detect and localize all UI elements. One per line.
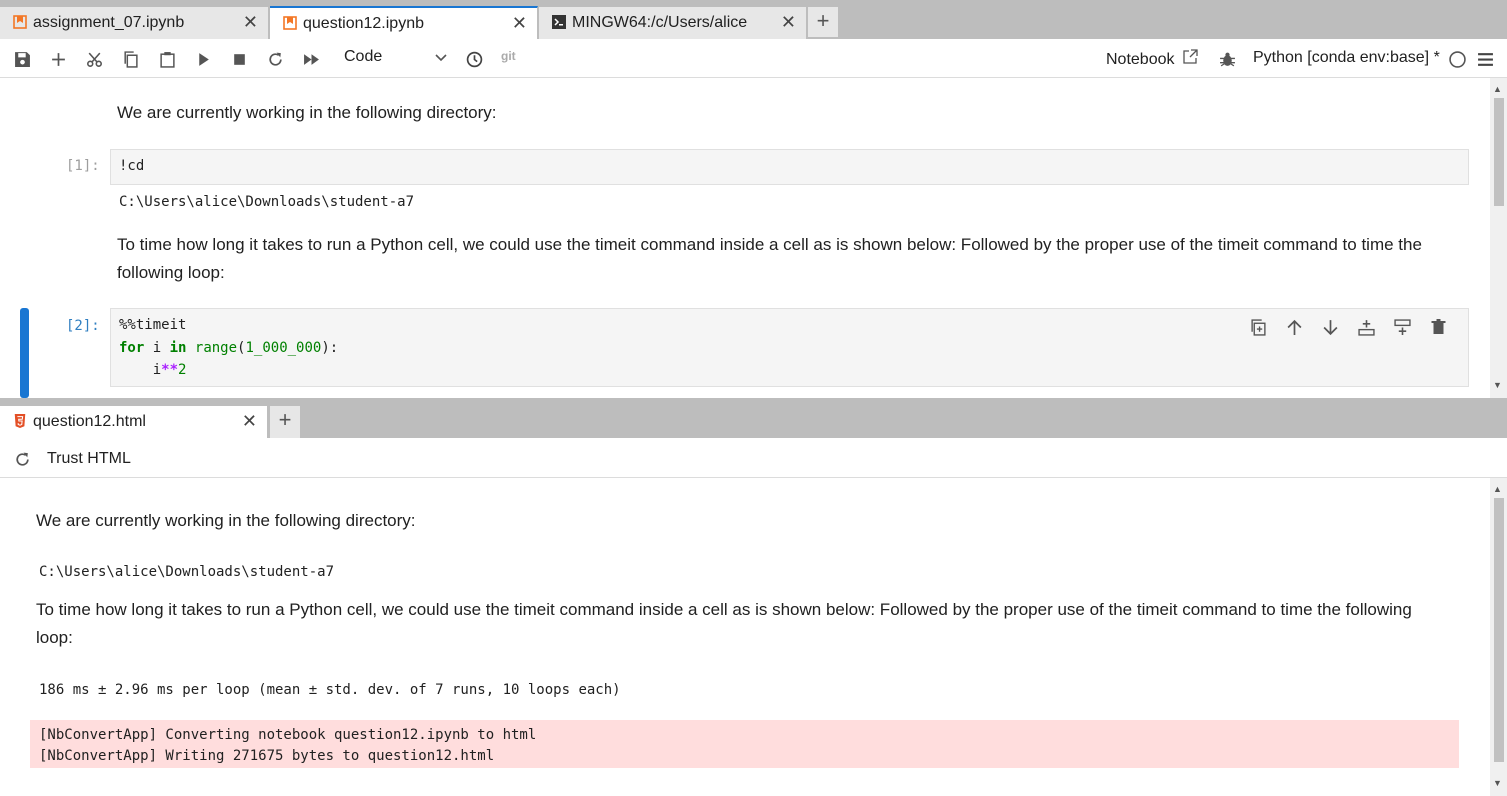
close-icon[interactable]: ✕: [512, 12, 527, 34]
open-notebook-link[interactable]: Notebook: [1106, 49, 1198, 69]
menu-icon[interactable]: [1475, 49, 1495, 69]
scroll-up-arrow-icon[interactable]: ▲: [1493, 84, 1502, 94]
rendered-markdown: To time how long it takes to run a Pytho…: [36, 600, 1412, 647]
dock-tab-bar: assignment_07.ipynb ✕ question12.ipynb ✕…: [0, 0, 1507, 39]
stderr-line: [NbConvertApp] Writing 271675 bytes to q…: [39, 748, 495, 764]
new-tab-button[interactable]: +: [270, 406, 300, 438]
code-builtin: range: [194, 340, 238, 356]
markdown-cell: To time how long it takes to run a Pytho…: [117, 235, 1422, 282]
notebook-icon: [283, 16, 297, 30]
tab-question12-html[interactable]: question12.html ✕: [0, 406, 268, 438]
cell-toolbar: [1248, 317, 1448, 337]
scrollbar-thumb[interactable]: [1494, 98, 1504, 206]
stderr-line: [NbConvertApp] Converting notebook quest…: [39, 727, 537, 743]
input-prompt: [2]:: [66, 318, 100, 334]
duplicate-cell-icon[interactable]: [1248, 317, 1268, 337]
code-keyword: for: [119, 340, 145, 356]
code-cell-input[interactable]: %%timeit for i in range(1_000_000): i**2: [110, 308, 1469, 387]
refresh-icon[interactable]: [12, 449, 32, 469]
html-viewer-content[interactable]: We are currently working in the followin…: [0, 478, 1507, 796]
code-number: 1_000_000: [245, 340, 322, 356]
external-link-icon: [1183, 49, 1198, 64]
html-viewer-scrollbar[interactable]: ▲ ▼: [1490, 478, 1507, 796]
paste-icon[interactable]: [157, 49, 177, 69]
tab-label: MINGW64:/c/Users/alice: [572, 14, 748, 31]
scroll-down-arrow-icon[interactable]: ▼: [1493, 778, 1502, 788]
new-tab-button[interactable]: +: [808, 7, 838, 37]
rendered-output: C:\Users\alice\Downloads\student-a7: [39, 564, 335, 580]
html-tab-bar: question12.html ✕ +: [0, 406, 1507, 438]
notebook-toolbar: Code git Notebook Python [conda env:base…: [0, 39, 1507, 78]
active-cell-indicator: [20, 308, 29, 398]
rendered-markdown: We are currently working in the followin…: [36, 511, 416, 530]
move-down-icon[interactable]: [1320, 317, 1340, 337]
debugger-bug-icon[interactable]: [1217, 49, 1237, 69]
cut-icon[interactable]: [84, 49, 104, 69]
code-line: %%timeit: [119, 317, 187, 333]
scroll-up-arrow-icon[interactable]: ▲: [1493, 484, 1502, 494]
clock-icon[interactable]: [464, 49, 484, 69]
insert-above-icon[interactable]: [1356, 317, 1376, 337]
cell-type-select[interactable]: Code: [344, 48, 450, 70]
kernel-status-circle-icon: [1447, 49, 1467, 69]
close-icon[interactable]: ✕: [243, 11, 258, 33]
code-line: !cd: [119, 158, 145, 174]
code-keyword: in: [169, 340, 187, 356]
stderr-output: [NbConvertApp] Converting notebook quest…: [30, 720, 1459, 768]
notebook-label: Notebook: [1106, 51, 1175, 68]
insert-below-icon[interactable]: [1392, 317, 1412, 337]
code-number: 2: [178, 362, 187, 378]
restart-icon[interactable]: [265, 49, 285, 69]
code-text: i: [119, 362, 162, 378]
notebook-scrollbar[interactable]: ▲ ▼: [1490, 78, 1507, 398]
chevron-down-icon: [435, 54, 447, 62]
fast-forward-icon[interactable]: [301, 49, 321, 69]
terminal-icon: [552, 15, 566, 29]
tab-terminal[interactable]: MINGW64:/c/Users/alice ✕: [539, 7, 807, 39]
run-icon[interactable]: [193, 49, 213, 69]
tab-question12-ipynb[interactable]: question12.ipynb ✕: [270, 6, 538, 39]
save-icon[interactable]: [12, 49, 32, 69]
tab-label: question12.ipynb: [303, 15, 424, 32]
code-text: i: [144, 340, 170, 356]
scroll-down-arrow-icon[interactable]: ▼: [1493, 380, 1502, 390]
tab-label: assignment_07.ipynb: [33, 14, 185, 31]
cell-type-value: Code: [344, 48, 383, 65]
cell-output: C:\Users\alice\Downloads\student-a7: [119, 194, 415, 210]
panel-splitter[interactable]: [0, 398, 1507, 406]
tab-label: question12.html: [33, 413, 146, 430]
markdown-cell: We are currently working in the followin…: [117, 103, 497, 122]
stop-icon[interactable]: [229, 49, 249, 69]
code-line: for i in range(1_000_000):: [119, 340, 338, 356]
timeit-output: 186 ms ± 2.96 ms per loop (mean ± std. d…: [39, 682, 621, 698]
code-text: ):: [321, 340, 339, 356]
move-up-icon[interactable]: [1284, 317, 1304, 337]
trust-html-button[interactable]: Trust HTML: [47, 450, 131, 468]
code-cell-input[interactable]: !cd: [110, 149, 1469, 185]
input-prompt: [1]:: [66, 158, 100, 174]
copy-icon[interactable]: [120, 49, 140, 69]
git-label[interactable]: git: [501, 49, 516, 63]
tab-assignment-07[interactable]: assignment_07.ipynb ✕: [0, 7, 269, 39]
html5-icon: [14, 414, 26, 428]
notebook-panel[interactable]: We are currently working in the followin…: [0, 78, 1507, 398]
close-icon[interactable]: ✕: [242, 410, 257, 432]
code-operator: **: [161, 362, 179, 378]
html-toolbar: Trust HTML: [0, 438, 1507, 478]
notebook-icon: [13, 15, 27, 29]
code-line: i**2: [119, 362, 187, 378]
delete-cell-icon[interactable]: [1428, 317, 1448, 337]
scrollbar-thumb[interactable]: [1494, 498, 1504, 762]
close-icon[interactable]: ✕: [781, 11, 796, 33]
kernel-name[interactable]: Python [conda env:base] *: [1253, 49, 1440, 67]
add-cell-icon[interactable]: [48, 49, 68, 69]
